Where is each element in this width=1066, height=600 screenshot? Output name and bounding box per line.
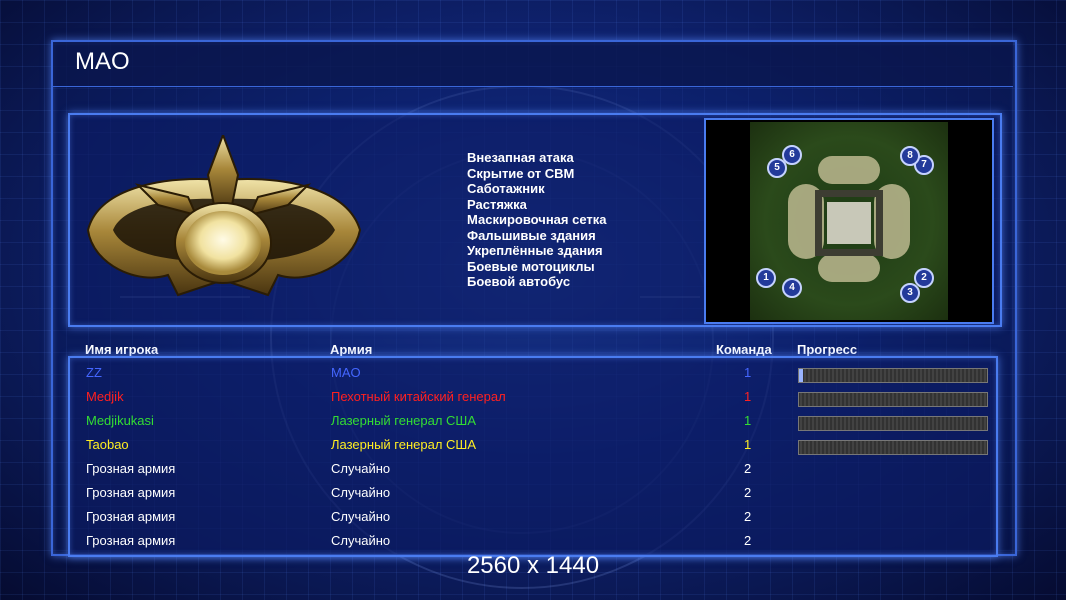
player-army: MAO — [331, 365, 361, 380]
player-team: 1 — [744, 365, 752, 380]
player-army: Случайно — [331, 461, 391, 476]
start-position-6: 6 — [782, 145, 802, 165]
start-position-4: 4 — [782, 278, 802, 298]
player-team: 1 — [744, 413, 752, 428]
progress-bar — [798, 416, 988, 431]
start-position-1: 1 — [756, 268, 776, 288]
player-name: Грозная армия — [86, 509, 176, 524]
rule-item: Боевые мотоциклы — [467, 258, 595, 274]
player-army: Пехотный китайский генерал — [331, 389, 506, 404]
player-army: Лазерный генерал США — [331, 437, 477, 452]
player-row: Грозная армия Случайно 2 — [0, 485, 1066, 505]
player-army: Лазерный генерал США — [331, 413, 477, 428]
progress-bar — [798, 368, 988, 383]
start-position-3: 3 — [900, 283, 920, 303]
player-row: Medjik Пехотный китайский генерал 1 — [0, 389, 1066, 409]
rule-item: Внезапная атака — [467, 150, 574, 165]
player-team: 1 — [744, 389, 752, 404]
game-title: MAO — [75, 48, 130, 75]
player-row: ZZ MAO 1 — [0, 365, 1066, 385]
title-bar — [53, 42, 1013, 87]
faction-emblem-icon — [86, 135, 362, 297]
terrain-plateau — [818, 254, 880, 282]
player-team: 2 — [744, 509, 752, 524]
player-army: Случайно — [331, 509, 391, 524]
rule-item: Фальшивые здания — [467, 227, 596, 243]
player-team: 1 — [744, 437, 752, 452]
rule-item: Скрытие от СВМ — [467, 165, 575, 181]
rule-item: Укреплённые здания — [467, 243, 603, 258]
player-name: Taobao — [86, 437, 129, 452]
header-progress: Прогресс — [797, 342, 858, 357]
game-rules-list: Внезапная атака Скрытие от СВМ Саботажни… — [467, 150, 606, 290]
progress-bar — [798, 392, 988, 407]
rule-item: Маскировочная сетка — [467, 212, 607, 227]
player-name: Medjikukasi — [86, 413, 154, 428]
player-row: Грозная армия Случайно 2 — [0, 509, 1066, 529]
player-team: 2 — [744, 533, 752, 548]
header-army: Армия — [330, 342, 373, 357]
player-row: Грозная армия Случайно 2 — [0, 533, 1066, 553]
player-team: 2 — [744, 485, 752, 500]
rule-item: Боевой автобус — [467, 274, 571, 289]
player-name: Грозная армия — [86, 533, 176, 548]
terrain-center — [827, 202, 871, 244]
terrain-plateau — [818, 156, 880, 184]
player-team: 2 — [744, 461, 752, 476]
rule-item: Саботажник — [467, 181, 545, 196]
progress-bar — [798, 440, 988, 455]
player-row: Грозная армия Случайно 2 — [0, 461, 1066, 481]
minimap-terrain: 1 2 3 4 5 6 7 8 — [750, 122, 948, 320]
player-army: Случайно — [331, 533, 391, 548]
header-player: Имя игрока — [85, 342, 159, 357]
start-position-8: 8 — [900, 146, 920, 166]
player-name: Medjik — [86, 389, 124, 404]
resolution-label: 2560 x 1440 — [466, 552, 600, 579]
player-name: Грозная армия — [86, 461, 176, 476]
player-row: Medjikukasi Лазерный генерал США 1 — [0, 413, 1066, 433]
player-name: ZZ — [86, 365, 102, 380]
progress-fill — [799, 369, 803, 382]
minimap: 1 2 3 4 5 6 7 8 — [704, 118, 994, 324]
rule-item: Растяжка — [467, 196, 527, 212]
player-army: Случайно — [331, 485, 391, 500]
player-name: Грозная армия — [86, 485, 176, 500]
header-team: Команда — [716, 342, 772, 357]
player-row: Taobao Лазерный генерал США 1 — [0, 437, 1066, 457]
